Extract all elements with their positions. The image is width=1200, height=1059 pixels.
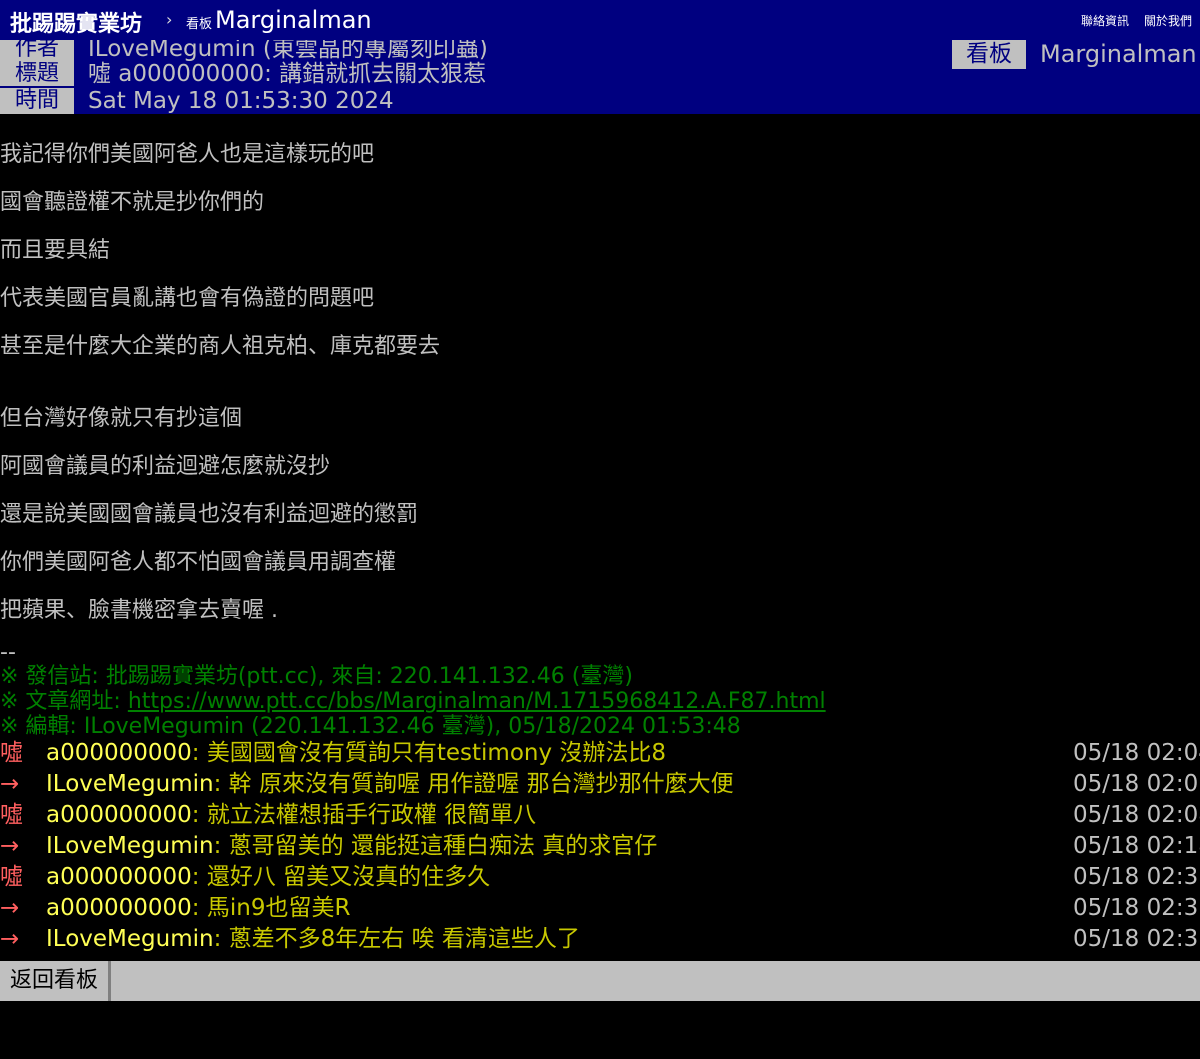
push-content: 美國國會沒有質詢只有testimony 沒辦法比8 — [206, 740, 667, 766]
breadcrumb-separator: › — [166, 10, 173, 29]
title-tag: 標題 — [0, 62, 74, 86]
body-line: 你們美國阿爸人都不怕國會議員用調查權 — [0, 550, 397, 575]
time-tag: 時間 — [0, 88, 74, 114]
board-tag: 看板 — [952, 40, 1026, 69]
push-time: 05/18 02:31 — [1073, 895, 1200, 921]
article-url-link[interactable]: https://www.ptt.cc/bbs/Marginalman/M.171… — [128, 689, 826, 714]
push-content: 就立法權想插手行政權 很簡單八 — [206, 802, 537, 828]
push-time: 05/18 02:31 — [1073, 864, 1200, 890]
push-item: → a000000000: 馬in9也留美R 05/18 02:31 — [0, 893, 1200, 924]
back-to-board-button[interactable]: 返回看板 — [0, 961, 112, 1001]
push-item: → ILoveMegumin: 幹 原來沒有質詢喔 用作證喔 那台灣抄那什麼大便… — [0, 769, 1200, 800]
push-content: 幹 原來沒有質詢喔 用作證喔 那台灣抄那什麼大便 — [228, 771, 734, 797]
push-userid: a000000000: 就立法權想插手行政權 很簡單八 — [46, 802, 537, 828]
body-line: 國會聽證權不就是抄你們的 — [0, 190, 265, 215]
push-userid: ILoveMegumin: 蔥差不多8年左右 唉 看清這些人了 — [46, 926, 580, 952]
push-time: 05/18 02:07 — [1073, 771, 1200, 797]
body-line: 甚至是什麼大企業的商人祖克柏、庫克都要去 — [0, 334, 441, 359]
push-tag: → — [0, 833, 20, 859]
push-userid: ILoveMegumin: 幹 原來沒有質詢喔 用作證喔 那台灣抄那什麼大便 — [46, 771, 734, 797]
about-link[interactable]: 關於我們 — [1144, 12, 1192, 29]
breadcrumb-board-link[interactable]: Marginalman — [215, 6, 372, 34]
push-time: 05/18 02:04 — [1073, 740, 1200, 766]
edit-line: ※ 編輯: ILoveMegumin (220.141.132.46 臺灣), … — [0, 714, 741, 739]
push-item: 噓 a000000000: 美國國會沒有質詢只有testimony 沒辦法比8 … — [0, 738, 1200, 769]
push-content: 蔥差不多8年左右 唉 看清這些人了 — [228, 926, 580, 952]
author-tag: 作者 — [0, 40, 74, 62]
contact-link[interactable]: 聯絡資訊 — [1081, 12, 1129, 29]
time-value: Sat May 18 01:53:30 2024 — [88, 88, 394, 114]
body-line: 代表美國官員亂講也會有偽證的問題吧 — [0, 286, 375, 311]
board-value: Marginalman — [1040, 40, 1197, 68]
push-userid: a000000000: 馬in9也留美R — [46, 895, 351, 921]
push-content: 蔥哥留美的 還能挺這種白痴法 真的求官仔 — [228, 833, 658, 859]
push-tag: 噓 — [0, 864, 23, 890]
push-userid: a000000000: 還好八 留美又沒真的住多久 — [46, 864, 491, 890]
site-title-link[interactable]: 批踢踢實業坊 — [10, 6, 142, 38]
signature-divider: -- — [0, 640, 16, 665]
push-time: 05/18 02:18 — [1073, 833, 1200, 859]
top-navigation-bar: 批踢踢實業坊 › 看板 Marginalman 聯絡資訊 關於我們 — [0, 0, 1200, 40]
push-item: 噓 a000000000: 還好八 留美又沒真的住多久 05/18 02:31 — [0, 862, 1200, 893]
push-content: 馬in9也留美R — [206, 895, 351, 921]
push-userid: a000000000: 美國國會沒有質詢只有testimony 沒辦法比8 — [46, 740, 667, 766]
origin-line: ※ 發信站: 批踢踢實業坊(ptt.cc), 來自: 220.141.132.4… — [0, 664, 633, 689]
url-prefix: ※ 文章網址: — [0, 689, 128, 714]
push-tag: → — [0, 895, 20, 921]
bottom-bar: 返回看板 — [0, 961, 1200, 1001]
body-line: 我記得你們美國阿爸人也是這樣玩的吧 — [0, 142, 375, 167]
push-item: 噓 a000000000: 就立法權想插手行政權 很簡單八 05/18 02:0… — [0, 800, 1200, 831]
push-item: → ILoveMegumin: 蔥差不多8年左右 唉 看清這些人了 05/18 … — [0, 924, 1200, 955]
breadcrumb-board-label: 看板 — [186, 17, 213, 32]
push-content: 還好八 留美又沒真的住多久 — [206, 864, 491, 890]
url-line: ※ 文章網址: https://www.ptt.cc/bbs/Marginalm… — [0, 689, 826, 714]
title-value: 噓 a000000000: 講錯就抓去關太狠惹 — [88, 61, 487, 87]
push-time: 05/18 02:08 — [1073, 802, 1200, 828]
author-value: ILoveMegumin (東雲晶的專屬刻印蟲) — [88, 40, 488, 62]
article-metadata: 作者 ILoveMegumin (東雲晶的專屬刻印蟲) 標題 噓 a000000… — [0, 40, 1200, 114]
push-time: 05/18 02:37 — [1073, 926, 1200, 952]
push-tag: 噓 — [0, 740, 23, 766]
body-line: 把蘋果、臉書機密拿去賣喔 . — [0, 598, 278, 623]
push-tag: → — [0, 771, 20, 797]
body-line: 阿國會議員的利益迴避怎麼就沒抄 — [0, 454, 331, 479]
push-item: → ILoveMegumin: 蔥哥留美的 還能挺這種白痴法 真的求官仔 05/… — [0, 831, 1200, 862]
body-line: 而且要具結 — [0, 238, 111, 263]
push-userid: ILoveMegumin: 蔥哥留美的 還能挺這種白痴法 真的求官仔 — [46, 833, 658, 859]
body-line: 還是說美國國會議員也沒有利益迴避的懲罰 — [0, 502, 419, 527]
push-tag: 噓 — [0, 802, 23, 828]
push-tag: → — [0, 926, 20, 952]
body-line: 但台灣好像就只有抄這個 — [0, 406, 243, 431]
